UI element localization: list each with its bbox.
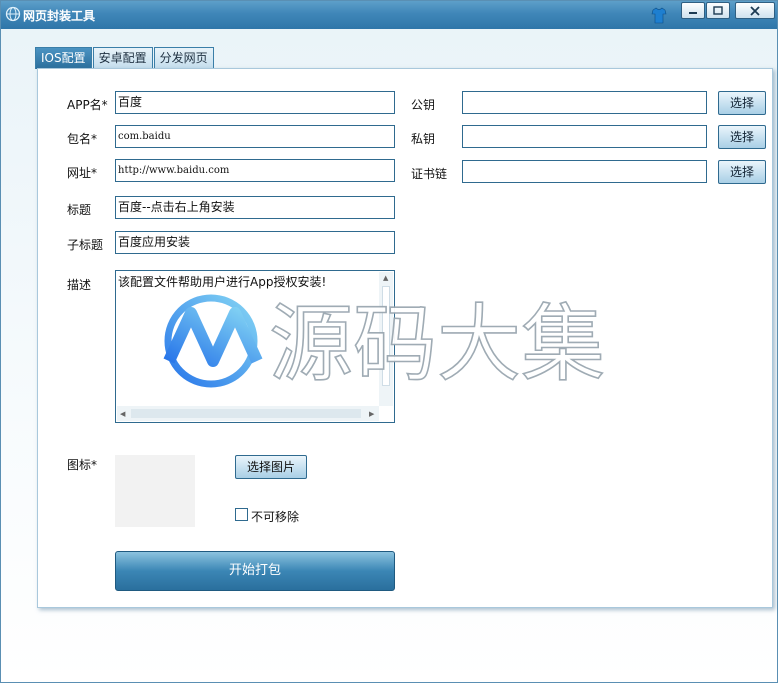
title-bar: 网页封装工具 [1,1,777,29]
choose-image-button[interactable]: 选择图片 [235,455,307,479]
non-removable-label[interactable]: 不可移除 [251,508,299,525]
minimize-icon [689,11,697,14]
title-label: 标题 [67,203,92,217]
url-label: 网址* [67,166,98,180]
minimize-button[interactable] [681,2,705,19]
app-name-input[interactable]: 百度 [115,91,395,114]
private-key-choose-button[interactable]: 选择 [718,125,766,149]
scroll-left-icon[interactable]: ◀ [120,410,125,418]
skin-icon[interactable] [651,7,667,24]
app-name-label: APP名* [67,98,108,112]
private-key-label: 私钥 [411,132,436,146]
watermark-logo: 源码大集 [163,294,606,391]
public-key-label: 公钥 [411,98,436,112]
close-button[interactable] [735,2,775,19]
icon-label: 图标* [67,458,98,472]
icon-preview [115,455,195,527]
private-key-input[interactable] [462,125,707,148]
cert-chain-label: 证书链 [411,167,448,181]
description-label: 描述 [67,278,92,292]
public-key-input[interactable] [462,91,707,114]
package-label: 包名* [67,132,98,146]
maximize-icon [713,6,723,15]
start-pack-button[interactable]: 开始打包 [115,551,395,591]
horizontal-scroll-thumb[interactable] [131,409,361,418]
package-input[interactable]: com.baidu [115,125,395,148]
app-window: 网页封装工具 IOS配置 安卓配置 分发网页 APP名* 百度 包名* com.… [0,0,778,683]
tab-distribution-page[interactable]: 分发网页 [153,47,214,68]
tab-strip: IOS配置 安卓配置 分发网页 [35,47,215,69]
cert-chain-choose-button[interactable]: 选择 [718,160,766,184]
tab-android-config[interactable]: 安卓配置 [92,47,153,68]
watermark-text: 源码大集 [269,295,605,391]
horizontal-scrollbar[interactable]: ◀ ▶ [117,406,379,421]
subtitle-label: 子标题 [67,238,104,252]
tab-ios-config[interactable]: IOS配置 [35,47,92,69]
scroll-up-icon[interactable]: ▲ [383,274,388,282]
cert-chain-input[interactable] [462,160,707,183]
title-input[interactable]: 百度--点击右上角安装 [115,196,395,219]
globe-icon [5,6,21,22]
maximize-button[interactable] [706,2,730,19]
subtitle-input[interactable]: 百度应用安装 [115,231,395,254]
scroll-right-icon[interactable]: ▶ [369,410,374,418]
public-key-choose-button[interactable]: 选择 [718,91,766,115]
non-removable-checkbox[interactable] [235,508,248,521]
close-icon [750,5,760,16]
description-text: 该配置文件帮助用户进行App授权安装! [118,275,327,289]
window-title: 网页封装工具 [23,9,96,23]
url-input[interactable]: http://www.baidu.com [115,159,395,182]
